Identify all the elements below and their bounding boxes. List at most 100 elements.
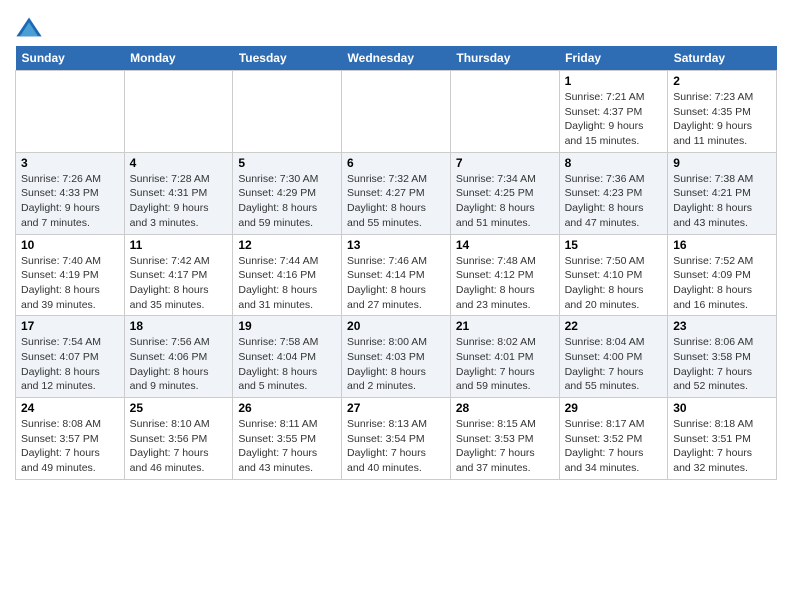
- day-info: Sunrise: 7:56 AM Sunset: 4:06 PM Dayligh…: [130, 336, 210, 392]
- calendar-cell: 11 Sunrise: 7:42 AM Sunset: 4:17 PM Dayli…: [124, 234, 233, 316]
- day-number: 2: [673, 74, 771, 88]
- day-header-sunday: Sunday: [16, 46, 125, 71]
- day-number: 9: [673, 156, 771, 170]
- day-number: 23: [673, 319, 771, 333]
- calendar-cell: 1 Sunrise: 7:21 AM Sunset: 4:37 PM Daylig…: [559, 71, 668, 153]
- calendar-cell: 16 Sunrise: 7:52 AM Sunset: 4:09 PM Dayli…: [668, 234, 777, 316]
- day-number: 4: [130, 156, 228, 170]
- day-number: 29: [565, 401, 663, 415]
- calendar-cell: 2 Sunrise: 7:23 AM Sunset: 4:35 PM Daylig…: [668, 71, 777, 153]
- calendar-cell: 22 Sunrise: 8:04 AM Sunset: 4:00 PM Dayli…: [559, 316, 668, 398]
- day-info: Sunrise: 8:08 AM Sunset: 3:57 PM Dayligh…: [21, 418, 101, 474]
- day-number: 28: [456, 401, 554, 415]
- day-info: Sunrise: 7:54 AM Sunset: 4:07 PM Dayligh…: [21, 336, 101, 392]
- day-info: Sunrise: 7:52 AM Sunset: 4:09 PM Dayligh…: [673, 255, 753, 311]
- day-number: 8: [565, 156, 663, 170]
- calendar-cell: [233, 71, 342, 153]
- calendar-cell: 6 Sunrise: 7:32 AM Sunset: 4:27 PM Daylig…: [342, 152, 451, 234]
- calendar-cell: 4Sunrise: 7:28 AM Sunset: 4:31 PM Daylig…: [124, 152, 233, 234]
- day-info: Sunrise: 7:34 AM Sunset: 4:25 PM Dayligh…: [456, 173, 536, 229]
- day-number: 17: [21, 319, 119, 333]
- day-number: 1: [565, 74, 663, 88]
- logo-icon: [15, 14, 43, 42]
- day-info: Sunrise: 7:50 AM Sunset: 4:10 PM Dayligh…: [565, 255, 645, 311]
- day-number: 16: [673, 238, 771, 252]
- day-number: 7: [456, 156, 554, 170]
- calendar-cell: 27 Sunrise: 8:13 AM Sunset: 3:54 PM Dayli…: [342, 398, 451, 480]
- day-number: 13: [347, 238, 445, 252]
- day-number: 14: [456, 238, 554, 252]
- day-header-saturday: Saturday: [668, 46, 777, 71]
- day-header-wednesday: Wednesday: [342, 46, 451, 71]
- day-info: Sunrise: 7:44 AM Sunset: 4:16 PM Dayligh…: [238, 255, 318, 311]
- day-info: Sunrise: 8:13 AM Sunset: 3:54 PM Dayligh…: [347, 418, 427, 474]
- calendar-cell: 20 Sunrise: 8:00 AM Sunset: 4:03 PM Dayli…: [342, 316, 451, 398]
- page-container: SundayMondayTuesdayWednesdayThursdayFrid…: [0, 0, 792, 485]
- day-header-thursday: Thursday: [450, 46, 559, 71]
- calendar-cell: 30Sunrise: 8:18 AM Sunset: 3:51 PM Dayli…: [668, 398, 777, 480]
- calendar-cell: 10 Sunrise: 7:40 AM Sunset: 4:19 PM Dayli…: [16, 234, 125, 316]
- day-number: 20: [347, 319, 445, 333]
- day-number: 11: [130, 238, 228, 252]
- day-info: Sunrise: 7:42 AM Sunset: 4:17 PM Dayligh…: [130, 255, 210, 311]
- calendar-cell: 24 Sunrise: 8:08 AM Sunset: 3:57 PM Dayli…: [16, 398, 125, 480]
- calendar-cell: [342, 71, 451, 153]
- day-info: Sunrise: 8:02 AM Sunset: 4:01 PM Dayligh…: [456, 336, 536, 392]
- day-info: Sunrise: 7:40 AM Sunset: 4:19 PM Dayligh…: [21, 255, 101, 311]
- day-info: Sunrise: 7:58 AM Sunset: 4:04 PM Dayligh…: [238, 336, 318, 392]
- calendar-header: SundayMondayTuesdayWednesdayThursdayFrid…: [16, 46, 777, 71]
- day-info: Sunrise: 7:48 AM Sunset: 4:12 PM Dayligh…: [456, 255, 536, 311]
- day-number: 18: [130, 319, 228, 333]
- day-number: 24: [21, 401, 119, 415]
- calendar-cell: 17 Sunrise: 7:54 AM Sunset: 4:07 PM Dayli…: [16, 316, 125, 398]
- day-info: Sunrise: 7:21 AM Sunset: 4:37 PM Dayligh…: [565, 91, 645, 147]
- day-info: Sunrise: 7:46 AM Sunset: 4:14 PM Dayligh…: [347, 255, 427, 311]
- calendar-cell: 19 Sunrise: 7:58 AM Sunset: 4:04 PM Dayli…: [233, 316, 342, 398]
- week-row-3: 17 Sunrise: 7:54 AM Sunset: 4:07 PM Dayli…: [16, 316, 777, 398]
- calendar-cell: 18 Sunrise: 7:56 AM Sunset: 4:06 PM Dayli…: [124, 316, 233, 398]
- day-info: Sunrise: 7:38 AM Sunset: 4:21 PM Dayligh…: [673, 173, 753, 229]
- day-info: Sunrise: 8:00 AM Sunset: 4:03 PM Dayligh…: [347, 336, 427, 392]
- logo: [15, 14, 47, 42]
- day-number: 19: [238, 319, 336, 333]
- day-info: Sunrise: 7:36 AM Sunset: 4:23 PM Dayligh…: [565, 173, 645, 229]
- calendar-cell: 12 Sunrise: 7:44 AM Sunset: 4:16 PM Dayli…: [233, 234, 342, 316]
- calendar-cell: 7 Sunrise: 7:34 AM Sunset: 4:25 PM Daylig…: [450, 152, 559, 234]
- header: [15, 10, 777, 42]
- calendar-table: SundayMondayTuesdayWednesdayThursdayFrid…: [15, 46, 777, 480]
- day-number: 27: [347, 401, 445, 415]
- day-number: 26: [238, 401, 336, 415]
- week-row-4: 24 Sunrise: 8:08 AM Sunset: 3:57 PM Dayli…: [16, 398, 777, 480]
- day-number: 25: [130, 401, 228, 415]
- day-number: 10: [21, 238, 119, 252]
- calendar-cell: 14 Sunrise: 7:48 AM Sunset: 4:12 PM Dayli…: [450, 234, 559, 316]
- day-info: Sunrise: 8:11 AM Sunset: 3:55 PM Dayligh…: [238, 418, 317, 474]
- week-row-0: 1 Sunrise: 7:21 AM Sunset: 4:37 PM Daylig…: [16, 71, 777, 153]
- calendar-cell: 28 Sunrise: 8:15 AM Sunset: 3:53 PM Dayli…: [450, 398, 559, 480]
- week-row-2: 10 Sunrise: 7:40 AM Sunset: 4:19 PM Dayli…: [16, 234, 777, 316]
- day-header-tuesday: Tuesday: [233, 46, 342, 71]
- calendar-cell: 23Sunrise: 8:06 AM Sunset: 3:58 PM Dayli…: [668, 316, 777, 398]
- week-row-1: 3Sunrise: 7:26 AM Sunset: 4:33 PM Daylig…: [16, 152, 777, 234]
- day-number: 3: [21, 156, 119, 170]
- day-number: 12: [238, 238, 336, 252]
- day-info: Sunrise: 8:04 AM Sunset: 4:00 PM Dayligh…: [565, 336, 645, 392]
- calendar-cell: 15 Sunrise: 7:50 AM Sunset: 4:10 PM Dayli…: [559, 234, 668, 316]
- day-info: Sunrise: 8:17 AM Sunset: 3:52 PM Dayligh…: [565, 418, 645, 474]
- calendar-cell: 25 Sunrise: 8:10 AM Sunset: 3:56 PM Dayli…: [124, 398, 233, 480]
- calendar-cell: [450, 71, 559, 153]
- day-info: Sunrise: 8:15 AM Sunset: 3:53 PM Dayligh…: [456, 418, 536, 474]
- day-number: 22: [565, 319, 663, 333]
- day-number: 6: [347, 156, 445, 170]
- day-info: Sunrise: 8:10 AM Sunset: 3:56 PM Dayligh…: [130, 418, 210, 474]
- day-info: Sunrise: 7:23 AM Sunset: 4:35 PM Dayligh…: [673, 91, 753, 147]
- calendar-cell: 29 Sunrise: 8:17 AM Sunset: 3:52 PM Dayli…: [559, 398, 668, 480]
- calendar-cell: 9 Sunrise: 7:38 AM Sunset: 4:21 PM Daylig…: [668, 152, 777, 234]
- day-number: 15: [565, 238, 663, 252]
- calendar-cell: 5Sunrise: 7:30 AM Sunset: 4:29 PM Daylig…: [233, 152, 342, 234]
- day-info: Sunrise: 7:30 AM Sunset: 4:29 PM Dayligh…: [238, 173, 318, 229]
- calendar-cell: 26 Sunrise: 8:11 AM Sunset: 3:55 PM Dayli…: [233, 398, 342, 480]
- day-info: Sunrise: 7:32 AM Sunset: 4:27 PM Dayligh…: [347, 173, 427, 229]
- day-header-monday: Monday: [124, 46, 233, 71]
- day-number: 30: [673, 401, 771, 415]
